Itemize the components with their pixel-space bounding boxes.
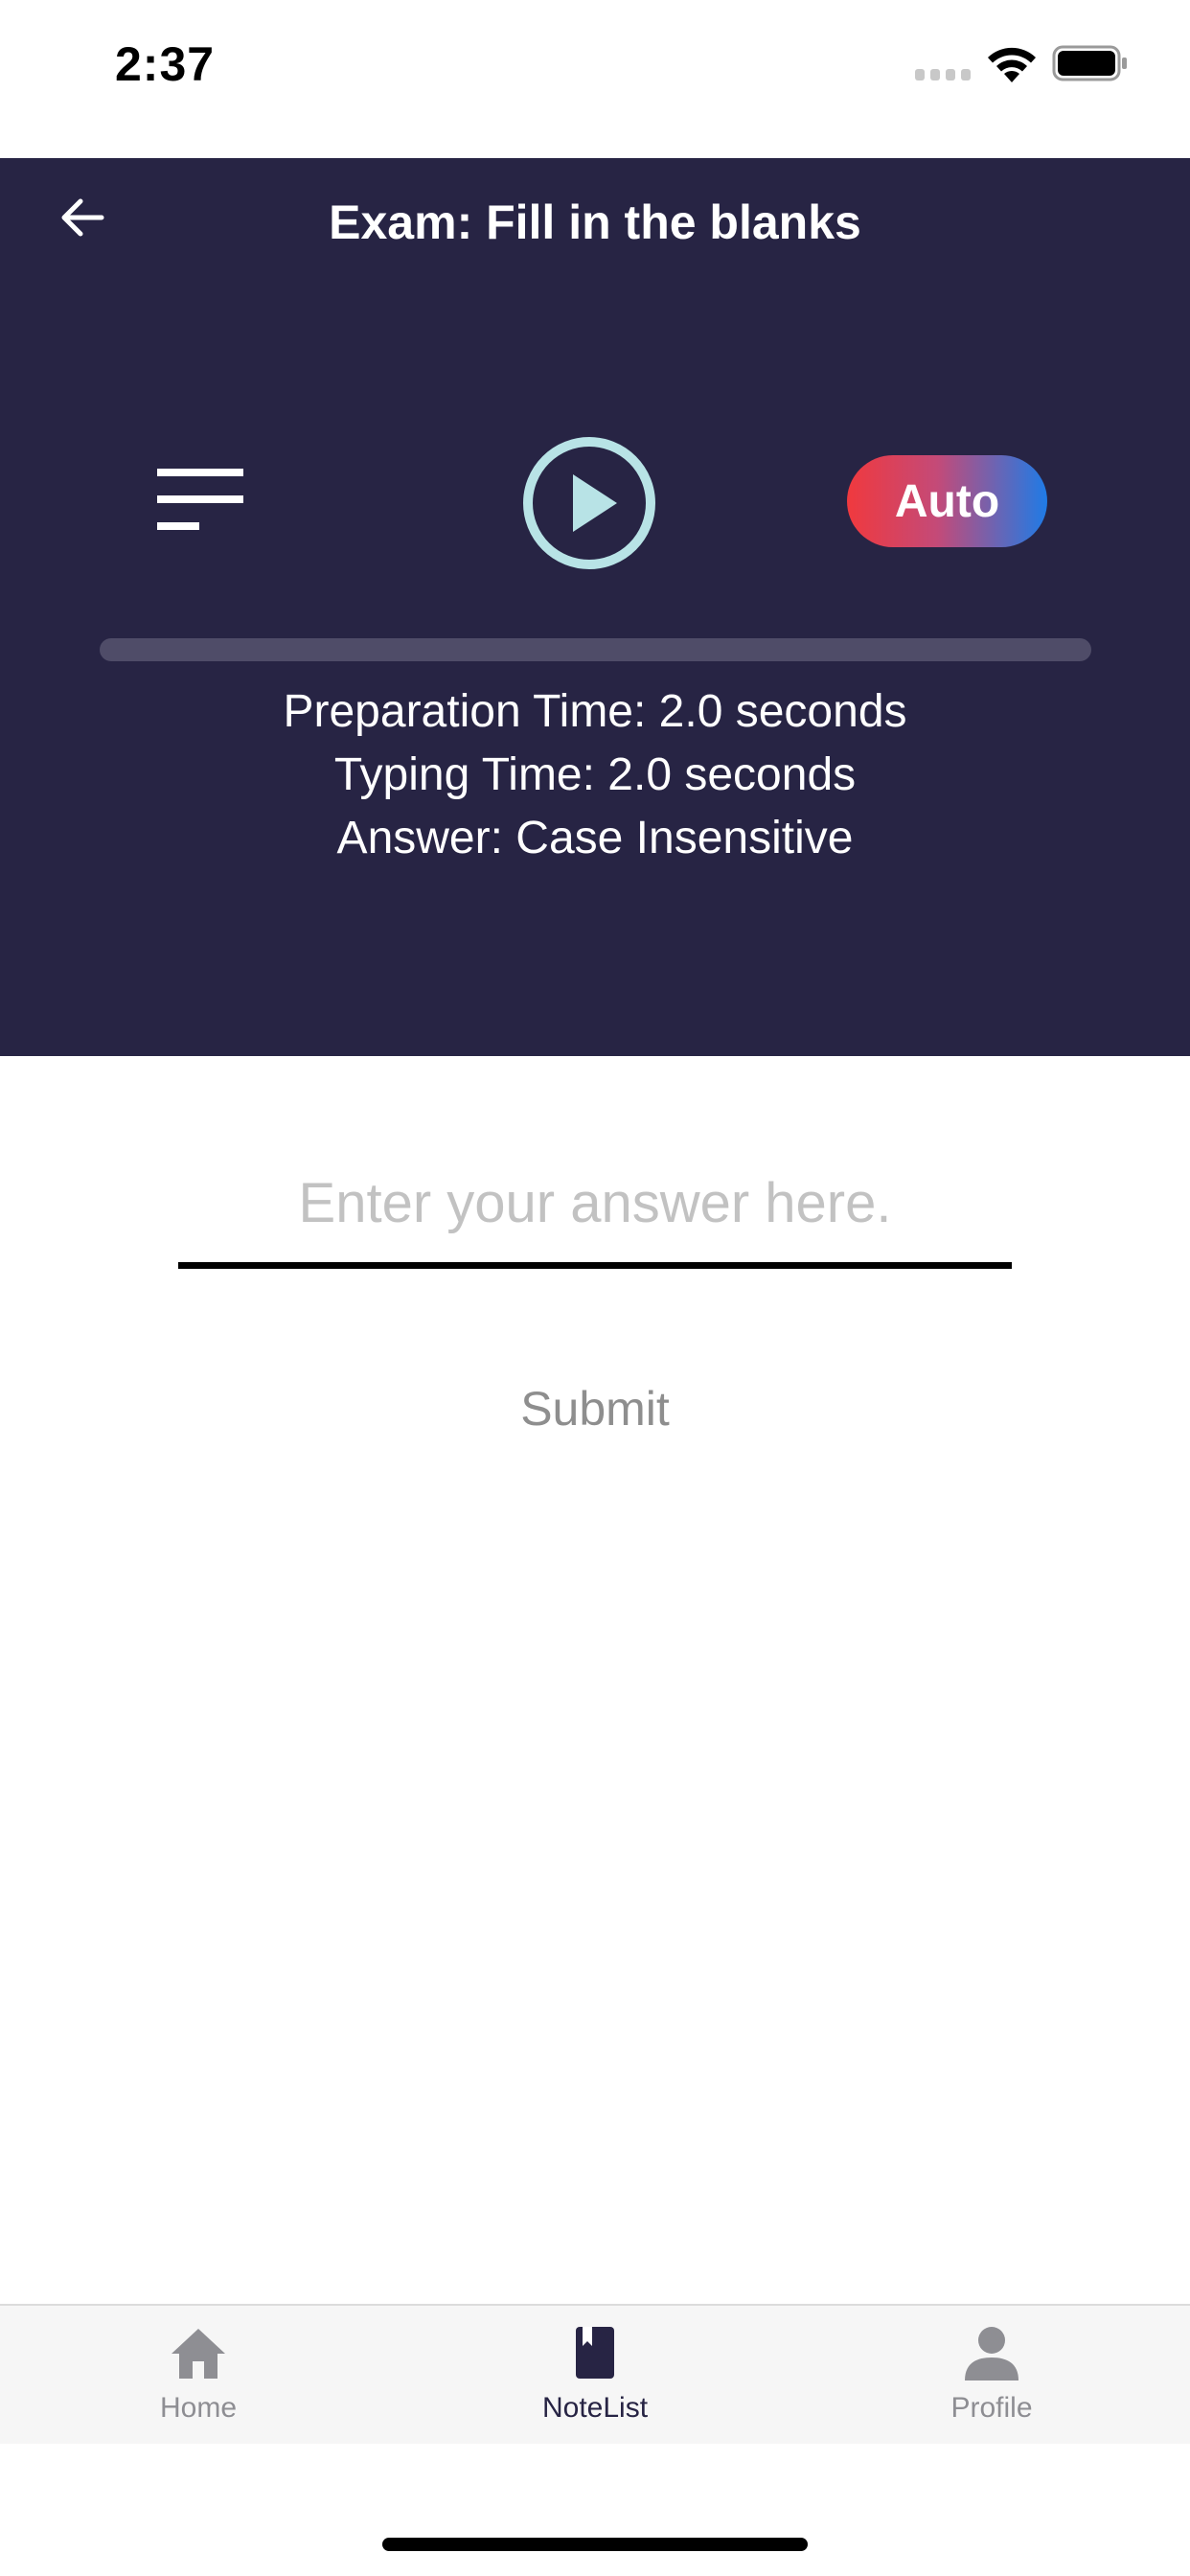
- list-icon[interactable]: [155, 461, 247, 553]
- submit-button[interactable]: Submit: [451, 1366, 739, 1452]
- exam-settings-info: Preparation Time: 2.0 seconds Typing Tim…: [0, 680, 1190, 870]
- tab-home-label: Home: [159, 2392, 238, 2424]
- typing-time-text: Typing Time: 2.0 seconds: [333, 749, 857, 800]
- exam-screen: 2:37 Exam: Fill in the blanks Auto Prepa…: [0, 0, 1190, 2576]
- tab-home[interactable]: Home: [0, 2306, 397, 2446]
- home-indicator: [382, 2538, 808, 2551]
- status-time: 2:37: [115, 37, 216, 91]
- person-icon: [965, 2327, 1018, 2380]
- play-circle-icon[interactable]: [520, 434, 658, 572]
- answer-input[interactable]: [178, 1155, 1012, 1251]
- signal-dots-icon: [915, 69, 971, 80]
- preparation-time-text: Preparation Time: 2.0 seconds: [283, 686, 907, 737]
- wifi-icon: [988, 47, 1036, 82]
- book-icon: [576, 2327, 614, 2379]
- progress-bar: [100, 638, 1091, 661]
- tab-profile-label: Profile: [950, 2392, 1033, 2424]
- tab-notelist-label: NoteList: [541, 2392, 649, 2424]
- auto-mode-button[interactable]: Auto: [847, 455, 1047, 547]
- status-bar: 2:37: [0, 0, 1190, 158]
- tab-profile[interactable]: Profile: [793, 2306, 1190, 2446]
- exam-header: Exam: Fill in the blanks Auto Preparatio…: [0, 158, 1190, 1056]
- tab-notelist[interactable]: NoteList: [397, 2306, 793, 2446]
- answer-underline: [178, 1262, 1012, 1269]
- home-icon: [172, 2329, 225, 2379]
- answer-mode-text: Answer: Case Insensitive: [336, 813, 854, 863]
- tab-bar: Home NoteList Profile: [0, 2304, 1190, 2444]
- battery-icon: [1052, 45, 1127, 81]
- page-title: Exam: Fill in the blanks: [329, 196, 861, 249]
